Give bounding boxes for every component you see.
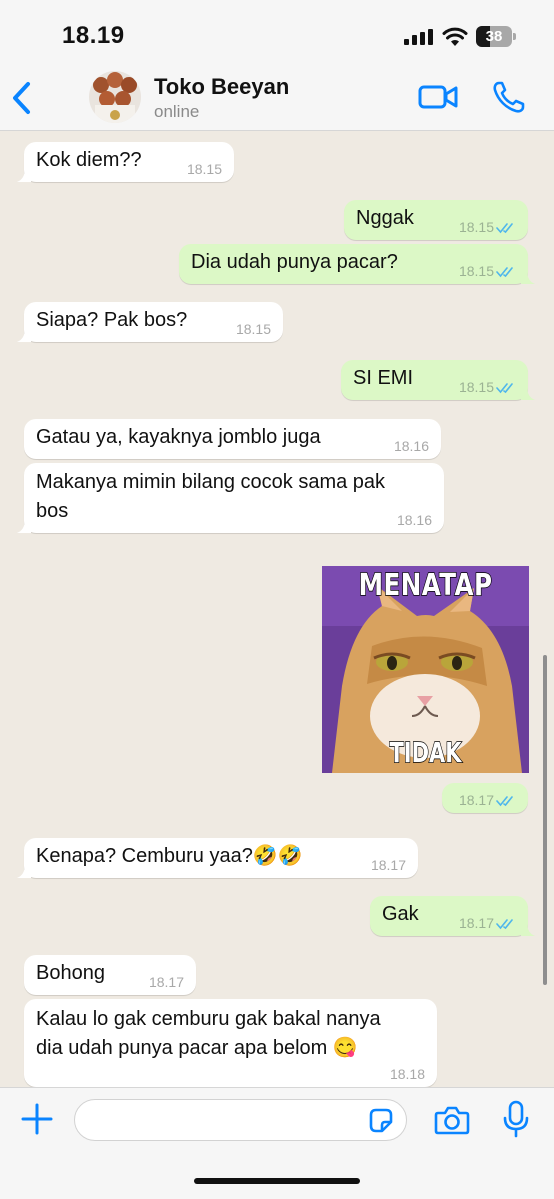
sticker-icon[interactable] <box>367 1107 395 1135</box>
message-incoming[interactable]: Siapa? Pak bos? 18.15 <box>17 302 283 342</box>
wifi-icon <box>442 27 468 46</box>
message-incoming[interactable]: Makanya mimin bilang cocok sama pak bos … <box>17 463 444 533</box>
contact-name[interactable]: Toko Beeyan <box>154 74 289 100</box>
double-check-icon <box>496 267 513 278</box>
message-time: 18.16 <box>396 512 432 528</box>
message-time: 18.16 <box>393 438 429 454</box>
message-time: 18.17 <box>458 915 494 931</box>
microphone-icon[interactable] <box>502 1100 530 1138</box>
message-incoming[interactable]: Bohong 18.17 <box>24 955 196 995</box>
message-text: Gatau ya, kayaknya jomblo juga <box>36 426 321 448</box>
message-time: 18.15 <box>235 321 271 337</box>
contact-status: online <box>154 102 200 121</box>
message-outgoing[interactable]: Nggak 18.15 <box>344 200 528 240</box>
cellular-signal-icon <box>404 29 433 45</box>
home-indicator[interactable] <box>194 1178 360 1184</box>
message-input[interactable] <box>74 1099 407 1141</box>
message-time: 18.17 <box>148 974 184 990</box>
battery-level: 38 <box>485 28 503 45</box>
status-time: 18.19 <box>62 22 125 49</box>
message-time: 18.17 <box>458 792 494 808</box>
scrollbar[interactable] <box>543 655 547 985</box>
double-check-icon <box>496 383 513 394</box>
message-incoming[interactable]: Kok diem?? 18.15 <box>17 142 234 182</box>
message-incoming[interactable]: Kenapa? Cemburu yaa?🤣🤣 18.17 <box>17 838 418 878</box>
message-time: 18.15 <box>186 161 222 177</box>
message-time: 18.15 <box>458 379 494 395</box>
camera-icon[interactable] <box>434 1104 470 1136</box>
phone-icon[interactable] <box>492 80 526 114</box>
message-text: Kenapa? Cemburu yaa?🤣🤣 <box>36 845 303 867</box>
message-time: 18.15 <box>458 263 494 279</box>
message-outgoing[interactable]: Gak 18.17 <box>370 896 535 936</box>
chat-header: 18.19 38 Toko Beeyan online <box>0 0 554 131</box>
sticker-caption-bottom: TIDAK SENANG <box>376 735 475 773</box>
message-text: Kalau lo gak cemburu gak bakal nanya dia… <box>36 1008 381 1059</box>
avatar[interactable] <box>89 71 141 123</box>
message-incoming[interactable]: Gatau ya, kayaknya jomblo juga 18.16 <box>24 419 441 459</box>
message-time: 18.18 <box>389 1066 425 1082</box>
message-incoming[interactable]: Kalau lo gak cemburu gak bakal nanya dia… <box>24 999 437 1087</box>
message-time: 18.17 <box>370 857 406 873</box>
plus-icon[interactable] <box>20 1102 54 1136</box>
message-text: Makanya mimin bilang cocok sama pak bos <box>36 471 386 522</box>
sticker-caption-top: MENATAP <box>358 567 493 604</box>
sticker-image[interactable]: MENATAP TIDAK SENANG <box>322 566 529 773</box>
message-time: 18.15 <box>458 219 494 235</box>
sticker-meta: 18.17 <box>442 783 528 813</box>
chevron-left-icon[interactable] <box>8 80 38 116</box>
video-camera-icon[interactable] <box>418 82 458 112</box>
double-check-icon <box>496 223 513 234</box>
double-check-icon <box>496 919 513 930</box>
battery-indicator: 38 <box>476 26 516 47</box>
double-check-icon <box>496 796 513 807</box>
message-outgoing[interactable]: SI EMI 18.15 <box>341 360 535 400</box>
message-outgoing[interactable]: Dia udah punya pacar? 18.15 <box>179 244 535 284</box>
